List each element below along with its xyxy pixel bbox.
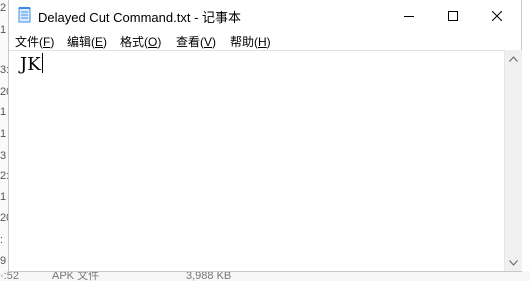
- background-file-row: ·:52 APK 文件 3,988 KB: [0, 271, 530, 281]
- bg-char: 1: [0, 191, 7, 203]
- bg-char: 9: [0, 255, 7, 267]
- close-icon: [492, 10, 502, 21]
- close-button[interactable]: [475, 0, 519, 31]
- bg-time: ·:52: [0, 271, 19, 281]
- minimize-button[interactable]: [387, 0, 431, 31]
- bg-char: 2: [0, 2, 7, 14]
- chevron-up-icon: [509, 55, 518, 62]
- text-caret: [41, 53, 43, 73]
- text-editor-area[interactable]: JK: [9, 50, 504, 271]
- menu-bar: 文件(F) 编辑(E) 格式(O) 查看(V) 帮助(H): [9, 31, 521, 50]
- bg-char: 20: [0, 86, 8, 98]
- bg-char: 3: [0, 150, 7, 162]
- bg-file-size: 3,988 KB: [186, 271, 232, 281]
- menu-format[interactable]: 格式(O): [120, 33, 161, 50]
- editor-content[interactable]: JK: [20, 53, 43, 75]
- bg-char: 3:: [0, 64, 8, 76]
- window-title: Delayed Cut Command.txt - 记事本: [38, 10, 242, 25]
- notepad-window: Delayed Cut Command.txt - 记事本 文件(F) 编辑(E…: [8, 0, 522, 272]
- menu-help[interactable]: 帮助(H): [230, 33, 271, 50]
- menu-view[interactable]: 查看(V): [176, 33, 216, 50]
- title-bar[interactable]: Delayed Cut Command.txt - 记事本: [9, 0, 521, 31]
- notepad-icon[interactable]: [18, 7, 31, 23]
- background-window-fragment: 2 1 3: 20 1 1 3 2: 1 20 : 9: [0, 0, 8, 281]
- scroll-down-button[interactable]: [505, 254, 522, 271]
- minimize-icon: [404, 15, 414, 17]
- bg-file-type: APK 文件: [52, 271, 100, 281]
- menu-file[interactable]: 文件(F): [15, 33, 54, 50]
- vertical-scrollbar[interactable]: [504, 50, 522, 271]
- scroll-up-button[interactable]: [505, 50, 522, 67]
- bg-char: 1: [0, 106, 7, 118]
- chevron-down-icon: [509, 259, 518, 266]
- bg-char: 1: [0, 24, 7, 36]
- menu-edit[interactable]: 编辑(E): [67, 33, 107, 50]
- bg-char: 20: [0, 212, 8, 224]
- maximize-icon: [448, 10, 458, 21]
- bg-char: 2:: [0, 170, 8, 182]
- bg-char: 1: [0, 128, 7, 140]
- maximize-button[interactable]: [431, 0, 475, 31]
- bg-char: :: [0, 234, 4, 246]
